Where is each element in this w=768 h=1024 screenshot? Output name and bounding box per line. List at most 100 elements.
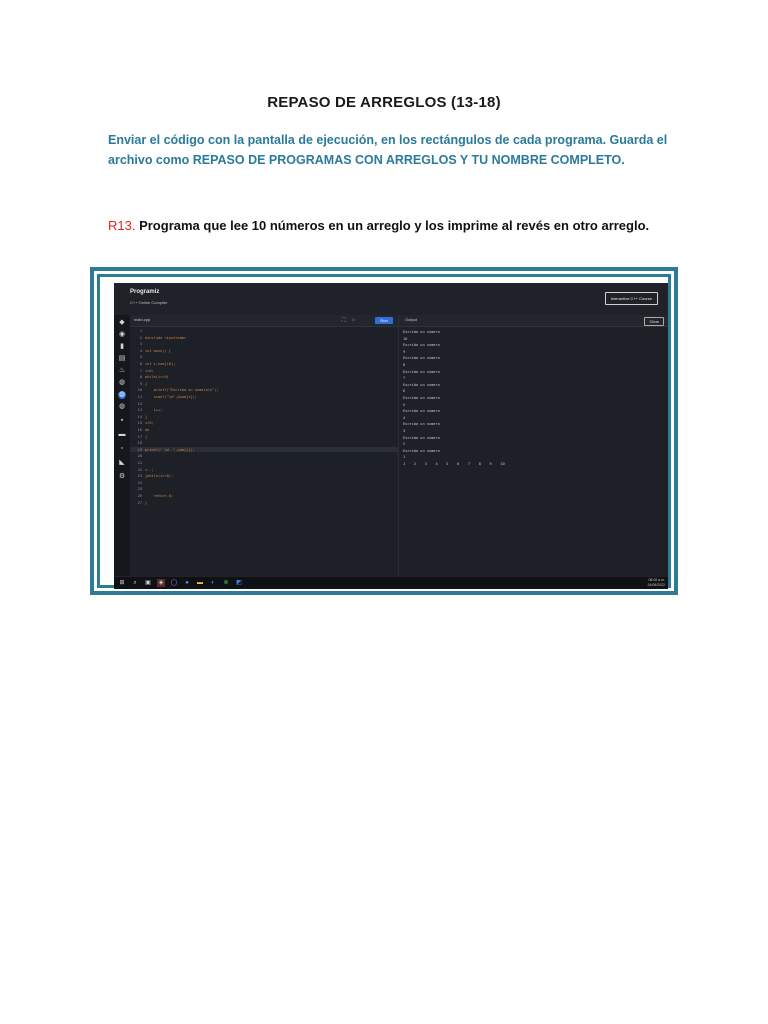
code-line[interactable]: printf("Escriba un numero\n"); — [145, 388, 219, 392]
output-line: 10 — [403, 336, 408, 341]
exercise-tag: R13. — [108, 218, 136, 233]
code-editor[interactable]: main.cpp ⛶☼ Run 1 2 #include <iostream> 3 4 i… — [130, 315, 399, 577]
code-line[interactable]: do — [145, 428, 149, 432]
line-number: 17 — [137, 434, 142, 439]
swift-icon[interactable]: ◣ — [118, 459, 126, 467]
code-line[interactable]: { — [145, 435, 147, 439]
line-number: 18 — [137, 441, 142, 446]
screenshot-frame: Programiz C++ Online Compiler Interactiv… — [90, 267, 678, 595]
code-line[interactable]: scanf("%d",&num[i]); — [145, 395, 197, 399]
code-line[interactable]: i=0; — [145, 369, 154, 373]
browser-icon[interactable]: ◯ — [170, 579, 178, 587]
store-icon[interactable]: ◩ — [235, 579, 243, 587]
clear-button[interactable]: Clear — [644, 316, 664, 326]
line-number: 9 — [139, 381, 142, 386]
output-line: Escriba un numero — [403, 330, 440, 334]
line-number: 24 — [137, 480, 142, 485]
line-number: 1 — [139, 329, 142, 333]
go-icon[interactable]: ▬ — [118, 431, 126, 439]
output-line: Escriba un numero — [403, 369, 440, 374]
output-line: Escriba un numero — [403, 409, 440, 414]
output-line: 2 — [403, 442, 406, 447]
html-icon[interactable]: ▤ — [118, 355, 126, 363]
line-number: 20 — [137, 454, 142, 459]
taskbar-clock: 08:00 a.m. 24/05/2022 — [647, 578, 665, 588]
output-line: 6 — [403, 389, 406, 394]
js-icon[interactable]: ▪ — [118, 417, 126, 425]
clock-date: 24/05/2022 — [647, 583, 665, 587]
editor-tabbar: main.cpp ⛶☼ Run — [130, 315, 398, 327]
camera-icon[interactable]: ▣ — [144, 579, 152, 587]
line-number: 5 — [139, 355, 142, 360]
output-line: Escriba un numero — [403, 356, 440, 361]
csharp-icon[interactable]: ◍ — [118, 403, 126, 411]
windows-taskbar: ⊞ ⌕ ▣ ◈ ◯ ● ▬ ◐ ⊗ ◩ 08:00 a.m. 24/05/202… — [114, 576, 668, 589]
exercise-text: Programa que lee 10 números en un arregl… — [135, 218, 650, 233]
rust-icon[interactable]: ⚙ — [118, 473, 126, 481]
output-line: Escriba un numero — [403, 422, 440, 427]
line-number: 14 — [137, 414, 142, 419]
line-number: 8 — [139, 375, 142, 380]
line-number: 6 — [139, 362, 142, 366]
code-line[interactable]: } — [145, 415, 147, 419]
search-icon[interactable]: ⌕ — [131, 579, 139, 587]
output-panel: Output Clear Escriba un numero 10 Escriba … — [399, 315, 668, 577]
edge-icon[interactable]: ◐ — [209, 579, 217, 587]
r-icon[interactable]: ◉ — [118, 331, 126, 339]
line-number: 11 — [137, 395, 142, 399]
code-line[interactable]: while(i<=9) — [145, 375, 169, 379]
output-line: Escriba un numero — [403, 435, 440, 440]
code-line[interactable]: i++; — [145, 408, 163, 412]
c-icon[interactable]: ◍ — [118, 379, 126, 387]
line-number: 4 — [139, 348, 142, 353]
line-number: 3 — [139, 342, 142, 347]
code-line[interactable]: return 0; — [145, 494, 174, 498]
output-line: 1 2 3 4 5 6 7 8 9 10 — [403, 461, 505, 466]
file-tab[interactable]: main.cpp — [134, 317, 150, 322]
output-line: Escriba un numero — [403, 395, 440, 400]
code-line[interactable]: { — [145, 382, 147, 386]
line-number: 21 — [137, 461, 142, 465]
output-line: Escriba un numero — [403, 382, 440, 387]
sql-icon[interactable]: ▮ — [118, 343, 126, 351]
app-icon[interactable]: ● — [183, 579, 191, 587]
line-number: 10 — [137, 388, 142, 393]
output-line: 7 — [403, 376, 406, 381]
java-icon[interactable]: ♨ — [118, 367, 126, 375]
code-line[interactable]: } — [145, 501, 147, 505]
line-number: 25 — [137, 487, 142, 492]
line-number: 23 — [137, 474, 142, 479]
line-number: 26 — [137, 494, 142, 498]
code-line[interactable]: printf(" %d ",num[i]); — [145, 448, 195, 452]
php-icon[interactable]: ▫ — [118, 445, 126, 453]
folder-icon[interactable]: ▬ — [196, 579, 204, 587]
windows-start-icon[interactable]: ⊞ — [118, 579, 126, 587]
fullscreen-icon[interactable]: ⛶ — [342, 317, 352, 323]
output-tabbar: Output Clear — [399, 315, 668, 327]
code-line[interactable]: i=9; — [145, 421, 154, 425]
line-number: 7 — [139, 368, 142, 373]
course-button[interactable]: Interactive C++ Course — [604, 292, 658, 305]
output-line: Escriba un numero — [403, 343, 440, 348]
code-line[interactable]: int i,num[10]; — [145, 362, 175, 366]
theme-icon[interactable]: ☼ — [351, 317, 362, 323]
output-line: 4 — [403, 415, 406, 420]
code-line[interactable]: #include <iostream> — [145, 336, 186, 340]
python-icon[interactable]: ◆ — [118, 319, 126, 327]
code-line[interactable]: }while(i>=0); — [145, 474, 173, 478]
run-button[interactable]: Run — [375, 317, 393, 324]
output-line: 5 — [403, 402, 406, 407]
instructions-text: Enviar el código con la pantalla de ejec… — [108, 133, 668, 167]
output-line: Escriba un numero — [403, 448, 440, 453]
language-sidebar: ◆ ◉ ▮ ▤ ♨ ◍ ◍ ◍ ▪ ▬ ▫ ◣ ⚙ — [114, 315, 130, 577]
editor-toolbar: ⛶☼ — [342, 317, 362, 323]
code-line[interactable]: i--; — [145, 468, 154, 472]
cpp-icon[interactable]: ◍ — [118, 391, 126, 399]
app-subtitle: C++ Online Compiler — [130, 300, 168, 305]
output-lines: Escriba un numero 10 Escriba un numero 9 Esc… — [403, 329, 664, 467]
compiler-screenshot: Programiz C++ Online Compiler Interactiv… — [114, 283, 668, 589]
output-line: 1 — [403, 455, 406, 460]
xbox-icon[interactable]: ⊗ — [222, 579, 230, 587]
brave-browser-icon[interactable]: ◈ — [157, 579, 165, 587]
code-line[interactable]: int main() { — [145, 349, 171, 353]
